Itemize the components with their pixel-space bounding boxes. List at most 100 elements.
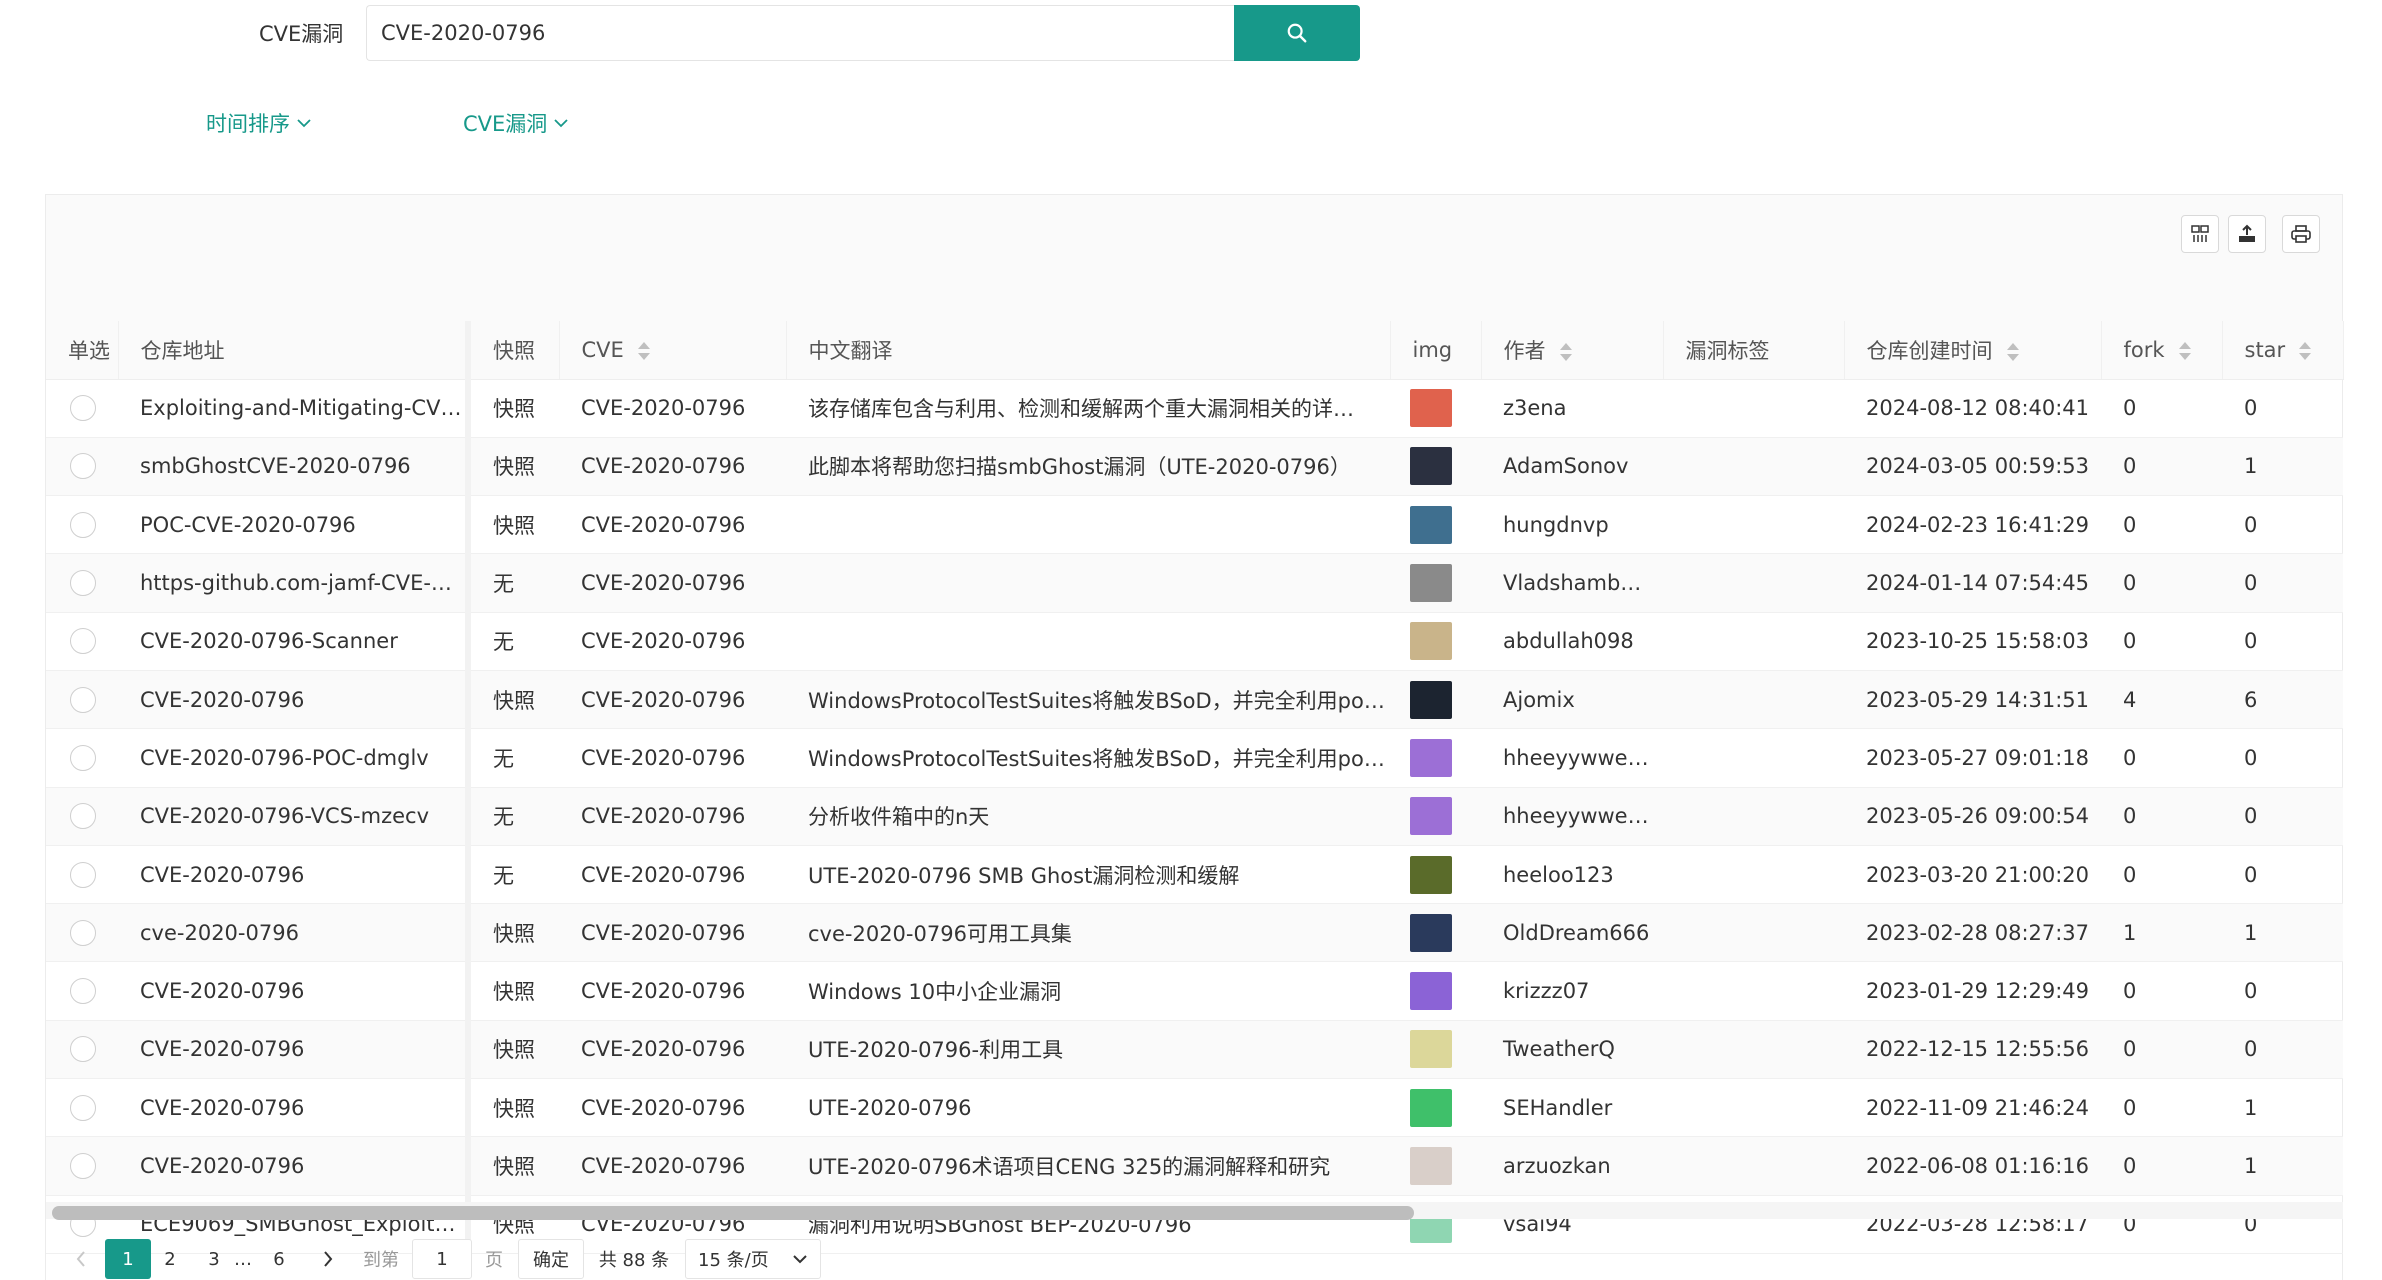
snapshot-cell[interactable]: 无 <box>468 612 559 671</box>
snapshot-cell[interactable]: 快照 <box>468 1136 559 1196</box>
type-dropdown[interactable]: CVE漏洞 <box>463 108 569 138</box>
row-select-radio[interactable] <box>46 845 118 905</box>
col-header-created[interactable]: 仓库创建时间 <box>1844 321 2102 380</box>
page-button-3[interactable]: 3 <box>199 1239 229 1279</box>
scrollbar-thumb[interactable] <box>52 1206 1414 1220</box>
sort-icon[interactable] <box>1559 342 1572 362</box>
goto-confirm-button[interactable]: 确定 <box>518 1239 584 1279</box>
snapshot-cell[interactable]: 快照 <box>468 379 559 438</box>
search-button[interactable] <box>1234 5 1360 61</box>
repo-link[interactable]: CVE-2020-0796-Scanner <box>118 612 471 671</box>
radio-icon[interactable] <box>70 744 96 771</box>
radio-icon[interactable] <box>70 686 96 713</box>
repo-link[interactable]: POC-CVE-2020-0796 <box>118 495 471 555</box>
row-select-radio[interactable] <box>46 553 118 613</box>
snapshot-cell[interactable]: 快照 <box>468 495 559 555</box>
page-button-1[interactable]: 1 <box>105 1239 151 1279</box>
radio-icon[interactable] <box>70 919 96 946</box>
repo-link[interactable]: CVE-2020-0796-VCS-mzecv <box>118 787 471 846</box>
page-ellipsis[interactable]: … <box>229 1239 257 1279</box>
sort-icon[interactable] <box>2006 342 2019 362</box>
repo-link[interactable]: CVE-2020-0796-POC-dmglv <box>118 728 471 788</box>
horizontal-scrollbar[interactable] <box>46 1202 2343 1220</box>
table-row[interactable]: CVE-2020-0796 无 CVE-2020-0796 UTE-2020-0796… <box>46 845 2343 905</box>
table-row[interactable]: CVE-2020-0796 快照 CVE-2020-0796 UTE-2020-079… <box>46 1136 2343 1196</box>
col-header-author[interactable]: 作者 <box>1481 321 1664 380</box>
row-select-radio[interactable] <box>46 1020 118 1080</box>
repo-link[interactable]: CVE-2020-0796 <box>118 1078 471 1138</box>
snapshot-cell[interactable]: 无 <box>468 787 559 846</box>
print-button[interactable] <box>2282 215 2320 253</box>
radio-icon[interactable] <box>70 803 96 830</box>
table-row[interactable]: CVE-2020-0796-POC-dmglv 无 CVE-2020-0796 Win… <box>46 728 2343 788</box>
repo-link[interactable]: CVE-2020-0796 <box>118 1020 471 1080</box>
radio-icon[interactable] <box>70 453 96 480</box>
repo-link[interactable]: smbGhostCVE-2020-0796 <box>118 437 471 497</box>
table-row[interactable]: cve-2020-0796 快照 CVE-2020-0796 cve-2020-079… <box>46 903 2343 963</box>
snapshot-cell[interactable]: 快照 <box>468 1078 559 1138</box>
row-select-radio[interactable] <box>46 787 118 846</box>
radio-icon[interactable] <box>70 1094 96 1121</box>
repo-link[interactable]: CVE-2020-0796 <box>118 670 471 730</box>
prev-page-button[interactable] <box>66 1239 96 1279</box>
sort-dropdown-label: 时间排序 <box>206 112 290 136</box>
col-header-star[interactable]: star <box>2222 321 2344 380</box>
row-select-radio[interactable] <box>46 903 118 963</box>
radio-icon[interactable] <box>70 570 96 597</box>
radio-icon[interactable] <box>70 1153 96 1179</box>
row-select-radio[interactable] <box>46 495 118 555</box>
radio-icon[interactable] <box>70 395 96 422</box>
snapshot-cell[interactable]: 快照 <box>468 1020 559 1080</box>
row-select-radio[interactable] <box>46 728 118 788</box>
repo-link[interactable]: Exploiting-and-Mitigating-CV… <box>118 379 471 438</box>
radio-icon[interactable] <box>70 628 96 655</box>
page-size-select[interactable]: 15 条/页 <box>685 1239 821 1279</box>
repo-link[interactable]: https-github.com-jamf-CVE-… <box>118 553 471 613</box>
table-row[interactable]: smbGhostCVE-2020-0796 快照 CVE-2020-0796 此脚本将… <box>46 437 2343 497</box>
radio-icon[interactable] <box>70 861 96 888</box>
table-row[interactable]: CVE-2020-0796 快照 CVE-2020-0796 Windows 10中小… <box>46 961 2343 1021</box>
row-select-radio[interactable] <box>46 1078 118 1138</box>
radio-icon[interactable] <box>70 1036 96 1063</box>
table-row[interactable]: CVE-2020-0796 快照 CVE-2020-0796 UTE-2020-079… <box>46 1020 2343 1080</box>
sort-dropdown[interactable]: 时间排序 <box>206 108 312 138</box>
next-page-button[interactable] <box>313 1239 343 1279</box>
row-select-radio[interactable] <box>46 961 118 1021</box>
sort-icon[interactable] <box>2178 341 2191 361</box>
repo-link[interactable]: CVE-2020-0796 <box>118 1136 471 1196</box>
row-select-radio[interactable] <box>46 612 118 671</box>
table-row[interactable]: POC-CVE-2020-0796 快照 CVE-2020-0796 hungdnvp… <box>46 495 2343 555</box>
snapshot-cell[interactable]: 无 <box>468 845 559 905</box>
table-row[interactable]: https-github.com-jamf-CVE-… 无 CVE-2020-079… <box>46 553 2343 613</box>
row-select-radio[interactable] <box>46 670 118 730</box>
col-header-cve[interactable]: CVE <box>559 321 787 380</box>
snapshot-cell[interactable]: 快照 <box>468 903 559 963</box>
table-row[interactable]: CVE-2020-0796-Scanner 无 CVE-2020-0796 abdul… <box>46 612 2343 671</box>
col-header-fork[interactable]: fork <box>2101 321 2223 380</box>
table-row[interactable]: CVE-2020-0796-VCS-mzecv 无 CVE-2020-0796 分析收… <box>46 787 2343 846</box>
page-button-2[interactable]: 2 <box>155 1239 185 1279</box>
sort-icon[interactable] <box>637 341 650 361</box>
snapshot-cell[interactable]: 快照 <box>468 437 559 497</box>
search-input[interactable] <box>366 5 1234 61</box>
table-row[interactable]: CVE-2020-0796 快照 CVE-2020-0796 WindowsProto… <box>46 670 2343 730</box>
table-row[interactable]: Exploiting-and-Mitigating-CV… 快照 CVE-2020-… <box>46 379 2343 438</box>
repo-link[interactable]: cve-2020-0796 <box>118 903 471 963</box>
export-button[interactable] <box>2228 215 2266 253</box>
row-select-radio[interactable] <box>46 379 118 438</box>
radio-icon[interactable] <box>70 511 96 538</box>
snapshot-cell[interactable]: 无 <box>468 728 559 788</box>
radio-icon[interactable] <box>70 978 96 1005</box>
sort-icon[interactable] <box>2299 341 2312 361</box>
columns-button[interactable] <box>2181 215 2219 253</box>
snapshot-cell[interactable]: 无 <box>468 553 559 613</box>
snapshot-cell[interactable]: 快照 <box>468 961 559 1021</box>
goto-page-input[interactable]: 1 <box>412 1239 472 1279</box>
repo-link[interactable]: CVE-2020-0796 <box>118 845 471 905</box>
snapshot-cell[interactable]: 快照 <box>468 670 559 730</box>
table-row[interactable]: CVE-2020-0796 快照 CVE-2020-0796 UTE-2020-079… <box>46 1078 2343 1138</box>
page-button-6[interactable]: 6 <box>264 1239 294 1279</box>
repo-link[interactable]: CVE-2020-0796 <box>118 961 471 1021</box>
row-select-radio[interactable] <box>46 437 118 497</box>
row-select-radio[interactable] <box>46 1136 118 1196</box>
